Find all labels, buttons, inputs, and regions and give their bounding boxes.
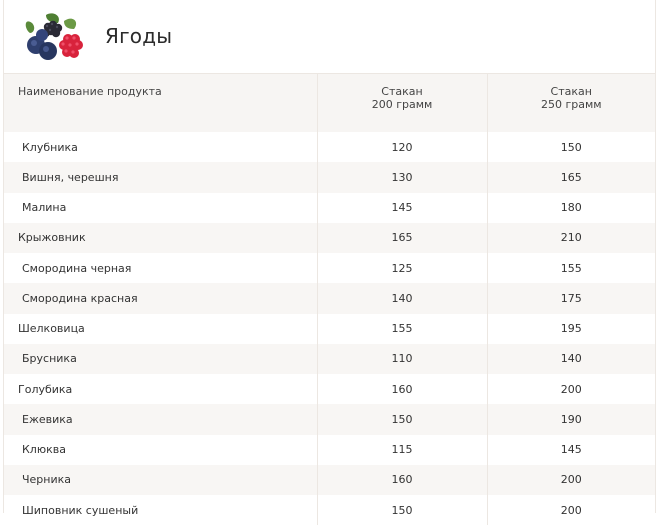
weight-250: 200: [486, 464, 655, 495]
product-name: Смородина черная: [22, 261, 132, 275]
weight-200: 140: [316, 283, 487, 314]
weight-250: 150: [486, 132, 655, 163]
column-header-product: Наименование продукта: [4, 73, 317, 132]
weight-200: 110: [316, 343, 487, 374]
weight-200: 150: [316, 495, 487, 525]
weight-250: 140: [486, 343, 655, 374]
table-row: Смородина черная 125 155: [4, 253, 655, 284]
product-name: Вишня, черешня: [22, 170, 119, 184]
weight-200: 130: [316, 162, 487, 193]
table-row: Крыжовник 165 210: [4, 222, 655, 253]
berries-card: Ягоды Наименование продукта Стакан 200 г…: [3, 0, 656, 525]
table-row: Голубика 160 200: [4, 374, 655, 405]
table-row: Клюква 115 145: [4, 434, 655, 465]
weight-250: 200: [486, 374, 655, 405]
weight-250: 210: [486, 222, 655, 253]
product-name: Клюква: [22, 443, 66, 457]
weight-250: 200: [486, 495, 655, 525]
weight-200: 115: [316, 434, 487, 465]
product-name: Ежевика: [22, 412, 73, 426]
weight-200: 160: [316, 464, 487, 495]
table-row: Клубника 120 150: [4, 132, 655, 163]
berries-icon: [25, 13, 83, 60]
product-name: Брусника: [22, 352, 77, 366]
table-row: Малина 145 180: [4, 192, 655, 223]
weight-250: 165: [486, 162, 655, 193]
weight-200: 165: [316, 222, 487, 253]
product-name: Смородина красная: [22, 291, 138, 305]
column-header-glass-200: Стакан 200 грамм: [316, 73, 487, 132]
table-row: Черника 160 200: [4, 464, 655, 495]
product-name: Клубника: [22, 140, 78, 154]
product-name: Голубика: [18, 382, 73, 396]
column-header-glass-250: Стакан 250 грамм: [486, 73, 655, 132]
product-name: Шиповник сушеный: [22, 503, 139, 517]
weight-200: 150: [316, 404, 487, 435]
berries-table: Наименование продукта Стакан 200 грамм С…: [4, 73, 655, 525]
weight-200: 125: [316, 253, 487, 284]
table-row: Брусника 110 140: [4, 343, 655, 374]
weight-250: 190: [486, 404, 655, 435]
card-header: Ягоды: [4, 0, 655, 73]
weight-200: 155: [316, 313, 487, 344]
weight-200: 160: [316, 374, 487, 405]
table-row: Шелковица 155 195: [4, 313, 655, 344]
weight-250: 155: [486, 253, 655, 284]
weight-200: 120: [316, 132, 487, 163]
table-row: Ежевика 150 190: [4, 404, 655, 435]
table-row: Вишня, черешня 130 165: [4, 162, 655, 193]
product-name: Шелковица: [18, 322, 85, 336]
weight-250: 175: [486, 283, 655, 314]
table-header-row: Наименование продукта Стакан 200 грамм С…: [4, 73, 655, 132]
product-name: Крыжовник: [18, 231, 86, 245]
product-name: Малина: [22, 201, 67, 215]
weight-250: 180: [486, 192, 655, 223]
weight-250: 195: [486, 313, 655, 344]
weight-200: 145: [316, 192, 487, 223]
weight-250: 145: [486, 434, 655, 465]
table-row: Смородина красная 140 175: [4, 283, 655, 314]
product-name: Черника: [22, 473, 72, 487]
page-title: Ягоды: [105, 24, 173, 48]
table-row: Шиповник сушеный 150 200: [4, 495, 655, 525]
